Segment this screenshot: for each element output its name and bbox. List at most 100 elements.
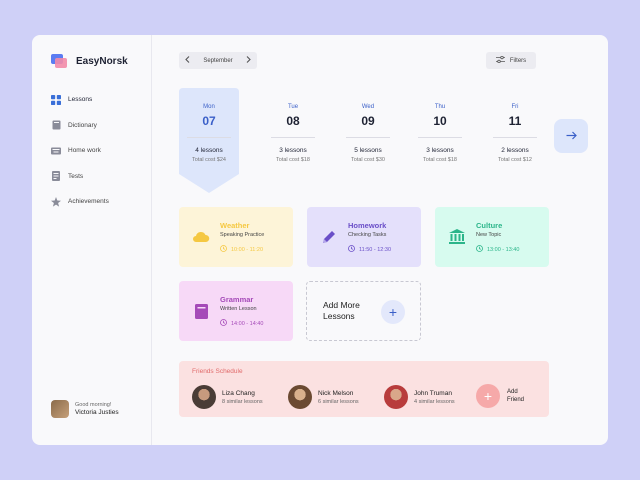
clock-icon: [220, 319, 227, 328]
plus-icon: +: [476, 384, 500, 408]
sidebar-item-label: Tests: [68, 172, 84, 180]
sidebar-item-dictionary[interactable]: Dictionary: [51, 113, 109, 139]
lesson-card-homework[interactable]: Homework Checking Tasks 11:50 - 12:30: [307, 207, 421, 267]
filters-label: Filters: [509, 57, 527, 64]
lesson-count: 5 lessons: [354, 147, 382, 154]
star-icon: [51, 196, 61, 207]
lesson-card-culture[interactable]: Culture New Topic 13:00 - 13:40: [435, 207, 549, 267]
lesson-time: 14:00 - 14:40: [220, 319, 263, 328]
total-cost: Total cost $12: [498, 157, 532, 163]
day-tue[interactable]: Tue 08 3 lessons Total cost $18: [263, 88, 323, 193]
lesson-card-grammar[interactable]: Grammar Written Lesson 14:00 - 14:40: [179, 281, 293, 341]
clock-icon: [348, 245, 355, 254]
keyboard-icon: [51, 146, 61, 156]
day-date: 11: [508, 114, 522, 128]
divider: [418, 137, 462, 138]
sidebar-item-label: Achievements: [68, 198, 109, 206]
lesson-count: 3 lessons: [279, 147, 307, 154]
plus-icon[interactable]: +: [381, 300, 405, 324]
lesson-time-text: 13:00 - 13:40: [487, 246, 520, 253]
day-wed[interactable]: Wed 09 5 lessons Total cost $30: [338, 88, 398, 193]
lesson-title: Grammar: [220, 295, 254, 304]
day-fri[interactable]: Fri 11 2 lessons Total cost $12: [485, 88, 545, 193]
sidebar-nav: Lessons Dictionary Home work Tests Achie…: [51, 87, 109, 215]
friend-name: John Truman: [414, 389, 452, 397]
friends-title: Friends Schedule: [192, 368, 243, 375]
day-mon[interactable]: Mon 07 4 lessons Total cost $24: [179, 88, 239, 193]
day-name: Mon: [203, 104, 215, 110]
total-cost: Total cost $30: [351, 157, 385, 163]
filters-button[interactable]: Filters: [486, 52, 536, 69]
chevron-right-icon[interactable]: [246, 56, 251, 65]
museum-icon: [447, 227, 467, 247]
friend-item[interactable]: Liza Chang 8 similar lessons: [192, 385, 263, 409]
clock-icon: [220, 245, 227, 254]
lesson-time-text: 14:00 - 14:40: [231, 320, 264, 327]
month-label: September: [203, 57, 233, 64]
add-friend-button[interactable]: + Add Friend: [476, 384, 531, 408]
friend-name: Nick Melson: [318, 389, 354, 397]
friend-detail: 6 similar lessons: [318, 398, 359, 405]
day-name: Wed: [361, 104, 375, 110]
friends-schedule: Friends Schedule Liza Chang 8 similar le…: [179, 361, 549, 417]
friend-item[interactable]: John Truman 4 similar lessons: [384, 385, 455, 409]
sidebar-item-achievements[interactable]: Achievements: [51, 189, 109, 215]
app-name: EasyNorsk: [76, 55, 128, 67]
avatar: [51, 400, 69, 418]
sidebar: EasyNorsk Lessons Dictionary Home work T…: [32, 35, 152, 445]
lesson-subtitle: New Topic: [476, 232, 502, 238]
month-selector: September: [179, 52, 257, 69]
chevron-left-icon[interactable]: [185, 56, 190, 65]
greeting: Good morning!: [75, 402, 112, 408]
lesson-subtitle: Speaking Practice: [220, 232, 265, 238]
total-cost: Total cost $24: [192, 157, 226, 163]
logo[interactable]: EasyNorsk: [51, 54, 128, 68]
friend-item[interactable]: Nick Melson 6 similar lessons: [288, 385, 359, 409]
day-date: 10: [433, 114, 447, 128]
day-date: 08: [286, 114, 300, 128]
lesson-time: 11:50 - 12:30: [348, 245, 391, 254]
lesson-time-text: 10:00 - 11:20: [231, 246, 264, 253]
book-icon: [191, 301, 211, 321]
divider: [187, 137, 231, 138]
sidebar-item-label: Home work: [68, 147, 101, 155]
lesson-subtitle: Checking Tasks: [348, 232, 387, 238]
add-friend-label: Add Friend: [507, 389, 525, 403]
lesson-title: Homework: [348, 221, 387, 230]
sliders-icon: [495, 55, 505, 65]
lesson-title: Weather: [220, 221, 250, 230]
divider: [346, 137, 390, 138]
lesson-time-text: 11:50 - 12:30: [359, 246, 392, 253]
app-window: EasyNorsk Lessons Dictionary Home work T…: [32, 35, 608, 445]
total-cost: Total cost $18: [423, 157, 457, 163]
add-lessons-card[interactable]: Add More Lessons +: [306, 281, 421, 341]
sidebar-item-lessons[interactable]: Lessons: [51, 87, 109, 113]
logo-icon: [51, 54, 68, 68]
day-date: 07: [202, 114, 216, 128]
total-cost: Total cost $18: [276, 157, 310, 163]
next-week-button[interactable]: [554, 119, 588, 153]
arrow-right-icon: [566, 127, 577, 145]
day-name: Fri: [511, 104, 519, 110]
day-date: 09: [361, 114, 375, 128]
sidebar-item-homework[interactable]: Home work: [51, 138, 109, 164]
day-name: Tue: [287, 104, 299, 110]
add-lessons-label: Add More Lessons: [323, 300, 360, 321]
cloud-icon: [191, 227, 211, 247]
grid-icon: [51, 94, 61, 105]
lesson-title: Culture: [476, 221, 503, 230]
lesson-subtitle: Written Lesson: [220, 306, 257, 312]
book-icon: [51, 120, 61, 130]
sidebar-item-tests[interactable]: Tests: [51, 164, 109, 190]
divider: [271, 137, 315, 138]
lesson-card-weather[interactable]: Weather Speaking Practice 10:00 - 11:20: [179, 207, 293, 267]
user-name: Victoria Justies: [75, 409, 119, 416]
user-profile[interactable]: Good morning! Victoria Justies: [51, 400, 119, 418]
friend-name: Liza Chang: [222, 389, 255, 397]
day-name: Thu: [434, 104, 446, 110]
divider: [493, 137, 537, 138]
pencil-icon: [319, 227, 339, 247]
avatar: [384, 385, 408, 409]
day-thu[interactable]: Thu 10 3 lessons Total cost $18: [410, 88, 470, 193]
lesson-count: 3 lessons: [426, 147, 454, 154]
